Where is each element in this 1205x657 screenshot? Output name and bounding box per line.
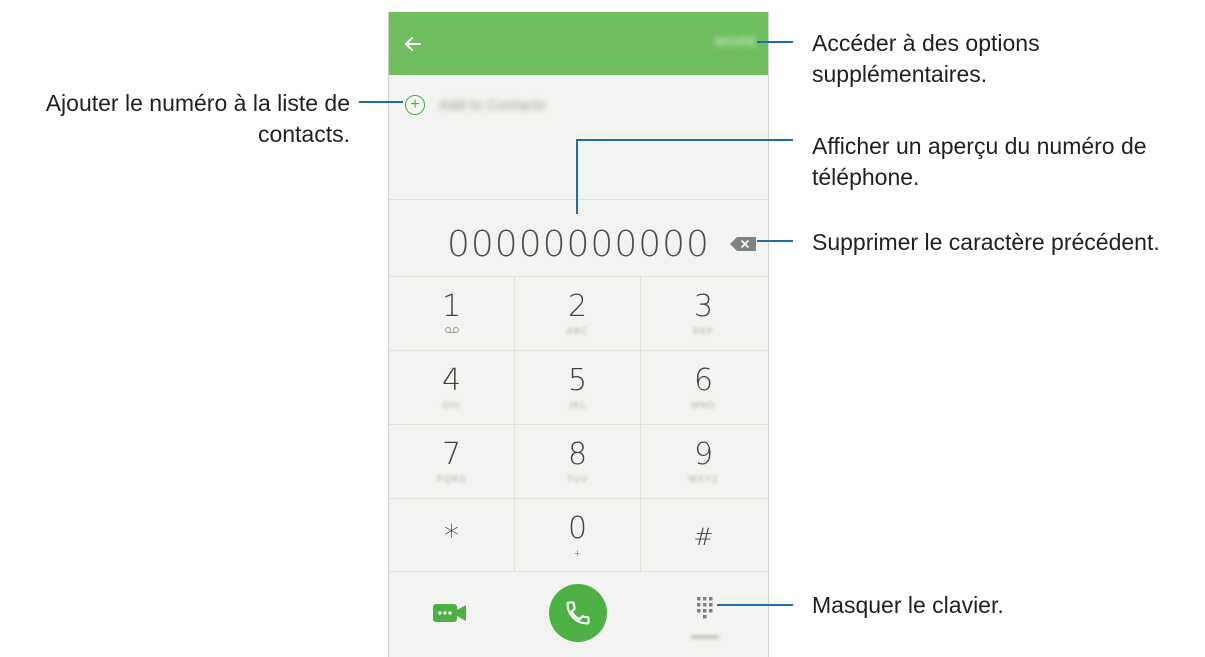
- callout-line-more: [757, 41, 793, 43]
- hide-keypad-label: [691, 635, 719, 639]
- voicemail-icon: [444, 327, 459, 333]
- app-bar: MORE: [389, 12, 768, 75]
- key-4[interactable]: 4 GHI: [389, 351, 514, 424]
- back-button[interactable]: [399, 30, 427, 58]
- callout-line-preview-v: [576, 139, 578, 214]
- key-8[interactable]: 8 TUV: [515, 425, 640, 498]
- key-9[interactable]: 9 WXYZ: [641, 425, 766, 498]
- callout-add-contact: Ajouter le numéro à la liste de contacts…: [45, 90, 350, 147]
- key-5[interactable]: 5 JKL: [515, 351, 640, 424]
- callout-line-add-contact: [359, 101, 403, 103]
- key-6[interactable]: 6 MNO: [641, 351, 766, 424]
- phone-icon: [566, 601, 590, 625]
- key-7[interactable]: 7 PQRS: [389, 425, 514, 498]
- callout-line-hide-keypad: [717, 604, 793, 606]
- callout-hide-keypad: Masquer le clavier.: [812, 592, 1004, 618]
- more-button[interactable]: MORE: [715, 34, 758, 49]
- add-to-contacts-button[interactable]: + Add to Contacts: [405, 92, 546, 118]
- arrow-left-icon: [405, 37, 421, 51]
- callout-number-preview: Afficher un aperçu du numéro de téléphon…: [812, 133, 1147, 190]
- dialpad-icon: [697, 597, 713, 619]
- dial-keypad: 1 2 ABC 3 DEF 4 GHI 5 JKL 6 MNO 7 PQRS 8…: [389, 276, 768, 572]
- callout-line-preview-h: [576, 139, 793, 141]
- key-star[interactable]: *: [389, 499, 514, 572]
- hide-keypad-button[interactable]: [691, 595, 719, 639]
- call-button[interactable]: [549, 584, 607, 642]
- dialer-action-bar: [389, 571, 768, 657]
- key-1[interactable]: 1: [389, 277, 514, 350]
- key-3[interactable]: 3 DEF: [641, 277, 766, 350]
- key-2[interactable]: 2 ABC: [515, 277, 640, 350]
- callout-more-options: Accéder à des options supplémentaires.: [812, 30, 1040, 87]
- key-hash[interactable]: #: [641, 499, 766, 572]
- phone-number-display: 00000000000: [447, 224, 710, 265]
- callout-line-delete: [757, 240, 793, 242]
- add-to-contacts-label: Add to Contacts: [439, 96, 546, 114]
- key-0[interactable]: 0 +: [515, 499, 640, 572]
- backspace-icon[interactable]: [729, 236, 757, 252]
- video-call-icon[interactable]: [432, 602, 468, 624]
- number-preview-area: 00000000000: [389, 199, 768, 277]
- phone-dialer-screen: MORE + Add to Contacts 00000000000 1 2 A…: [388, 12, 769, 657]
- plus-icon: +: [405, 95, 425, 115]
- callout-delete: Supprimer le caractère précédent.: [812, 229, 1160, 255]
